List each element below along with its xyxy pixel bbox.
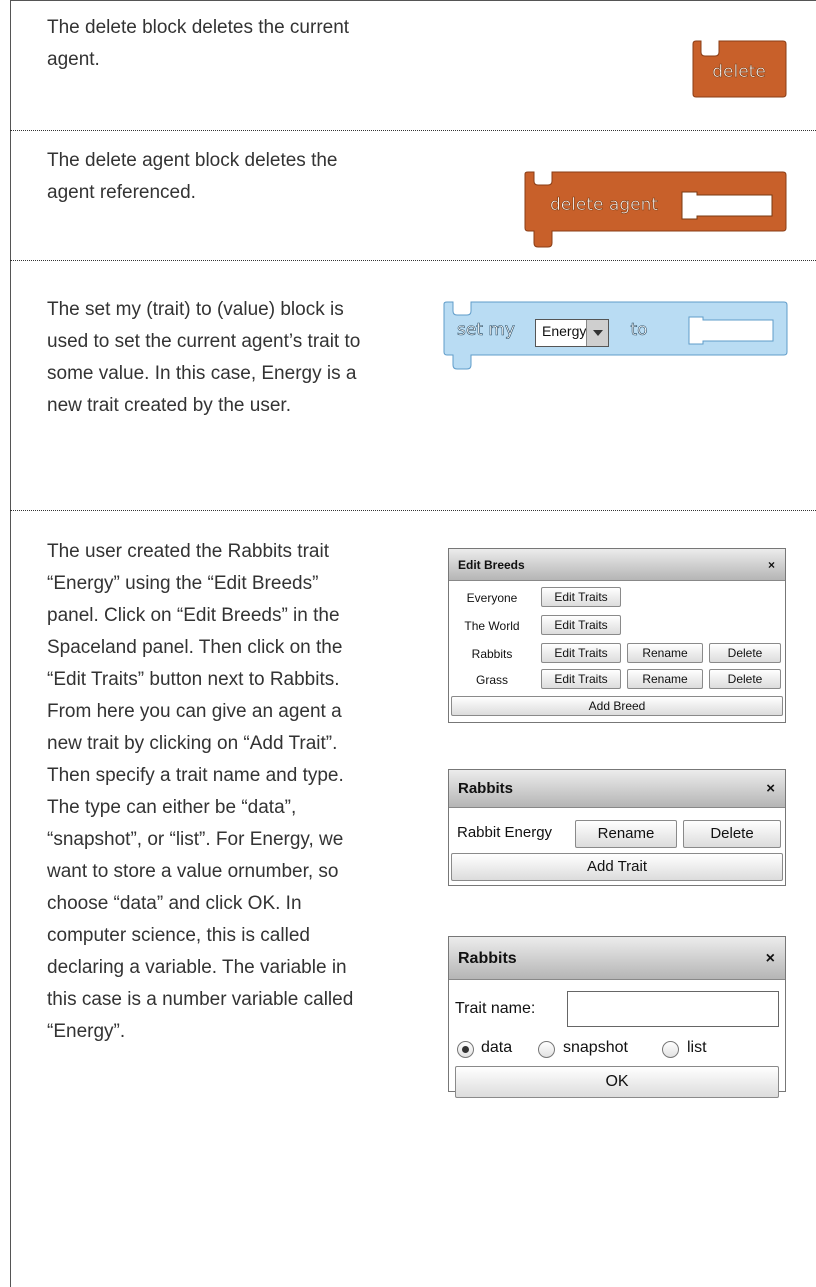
breed-name: Rabbits xyxy=(471,647,513,661)
close-icon[interactable]: × xyxy=(768,549,775,581)
rename-button[interactable]: Rename xyxy=(627,643,703,663)
edit-traits-button[interactable]: Edit Traits xyxy=(541,643,621,663)
dropdown-arrow-icon xyxy=(586,320,608,346)
delete-agent-block[interactable]: delete agent xyxy=(522,171,788,249)
delete-button[interactable]: Delete xyxy=(683,820,781,848)
new-trait-panel: Rabbits × Trait name: data snapshot list… xyxy=(448,936,786,1098)
radio-data-label: data xyxy=(481,1039,513,1056)
breed-name: Grass xyxy=(475,673,508,687)
radio-snapshot[interactable] xyxy=(538,1041,555,1058)
breed-name: Everyone xyxy=(466,591,518,605)
edit-traits-button[interactable]: Edit Traits xyxy=(541,587,621,607)
trait-dropdown-value: Energy xyxy=(542,323,587,339)
rabbit-traits-header: Rabbits × xyxy=(449,770,785,808)
edit-traits-button[interactable]: Edit Traits xyxy=(541,669,621,689)
delete-block-label: delete xyxy=(712,62,766,82)
panel-title: Edit Breeds xyxy=(458,558,525,572)
delete-agent-block-label: delete agent xyxy=(550,195,658,215)
close-icon[interactable]: × xyxy=(766,937,775,980)
delete-button[interactable]: Delete xyxy=(709,643,781,663)
trait-name-input[interactable] xyxy=(567,991,779,1027)
panel-title: Rabbits xyxy=(458,950,517,967)
breed-name: The World xyxy=(464,619,520,633)
panel-title: Rabbits xyxy=(458,780,514,797)
radio-data[interactable] xyxy=(457,1041,474,1058)
delete-block[interactable]: delete xyxy=(689,40,787,98)
delete-agent-block-description: The delete agent block deletes the agent… xyxy=(47,150,338,203)
ok-button[interactable]: OK xyxy=(455,1066,779,1098)
delete-block-description: The delete block deletes the current age… xyxy=(47,17,350,70)
radio-snapshot-label: snapshot xyxy=(563,1039,628,1056)
to-label: to xyxy=(630,320,647,340)
trait-name: Rabbit Energy xyxy=(457,824,553,841)
section-divider xyxy=(10,130,816,131)
edit-traits-button[interactable]: Edit Traits xyxy=(541,615,621,635)
set-my-label: set my xyxy=(457,320,515,340)
radio-list[interactable] xyxy=(662,1041,679,1058)
rename-button[interactable]: Rename xyxy=(627,669,703,689)
agent-input-socket xyxy=(681,191,773,220)
set-my-block[interactable]: set my to Energy xyxy=(441,300,788,370)
close-icon[interactable]: × xyxy=(766,770,775,808)
edit-breeds-description: The user created the Rabbits trait “Ener… xyxy=(47,541,354,1042)
delete-button[interactable]: Delete xyxy=(709,669,781,689)
edit-breeds-header: Edit Breeds × xyxy=(449,549,785,581)
trait-dropdown[interactable]: Energy xyxy=(535,319,609,347)
set-my-block-description: The set my (trait) to (value) block is u… xyxy=(47,299,361,416)
value-input-socket xyxy=(688,316,774,345)
add-trait-button[interactable]: Add Trait xyxy=(451,853,783,881)
rabbit-traits-panel: Rabbits × Rabbit Energy Rename Delete Ad… xyxy=(448,769,786,886)
radio-list-label: list xyxy=(687,1039,707,1056)
rename-button[interactable]: Rename xyxy=(575,820,677,848)
new-trait-header: Rabbits × xyxy=(449,937,785,980)
section-divider xyxy=(10,510,816,511)
edit-breeds-panel: Edit Breeds × Everyone Edit Traits The W… xyxy=(448,548,786,723)
add-breed-button[interactable]: Add Breed xyxy=(451,696,783,716)
trait-name-label: Trait name: xyxy=(455,1000,536,1017)
section-divider xyxy=(10,260,816,261)
